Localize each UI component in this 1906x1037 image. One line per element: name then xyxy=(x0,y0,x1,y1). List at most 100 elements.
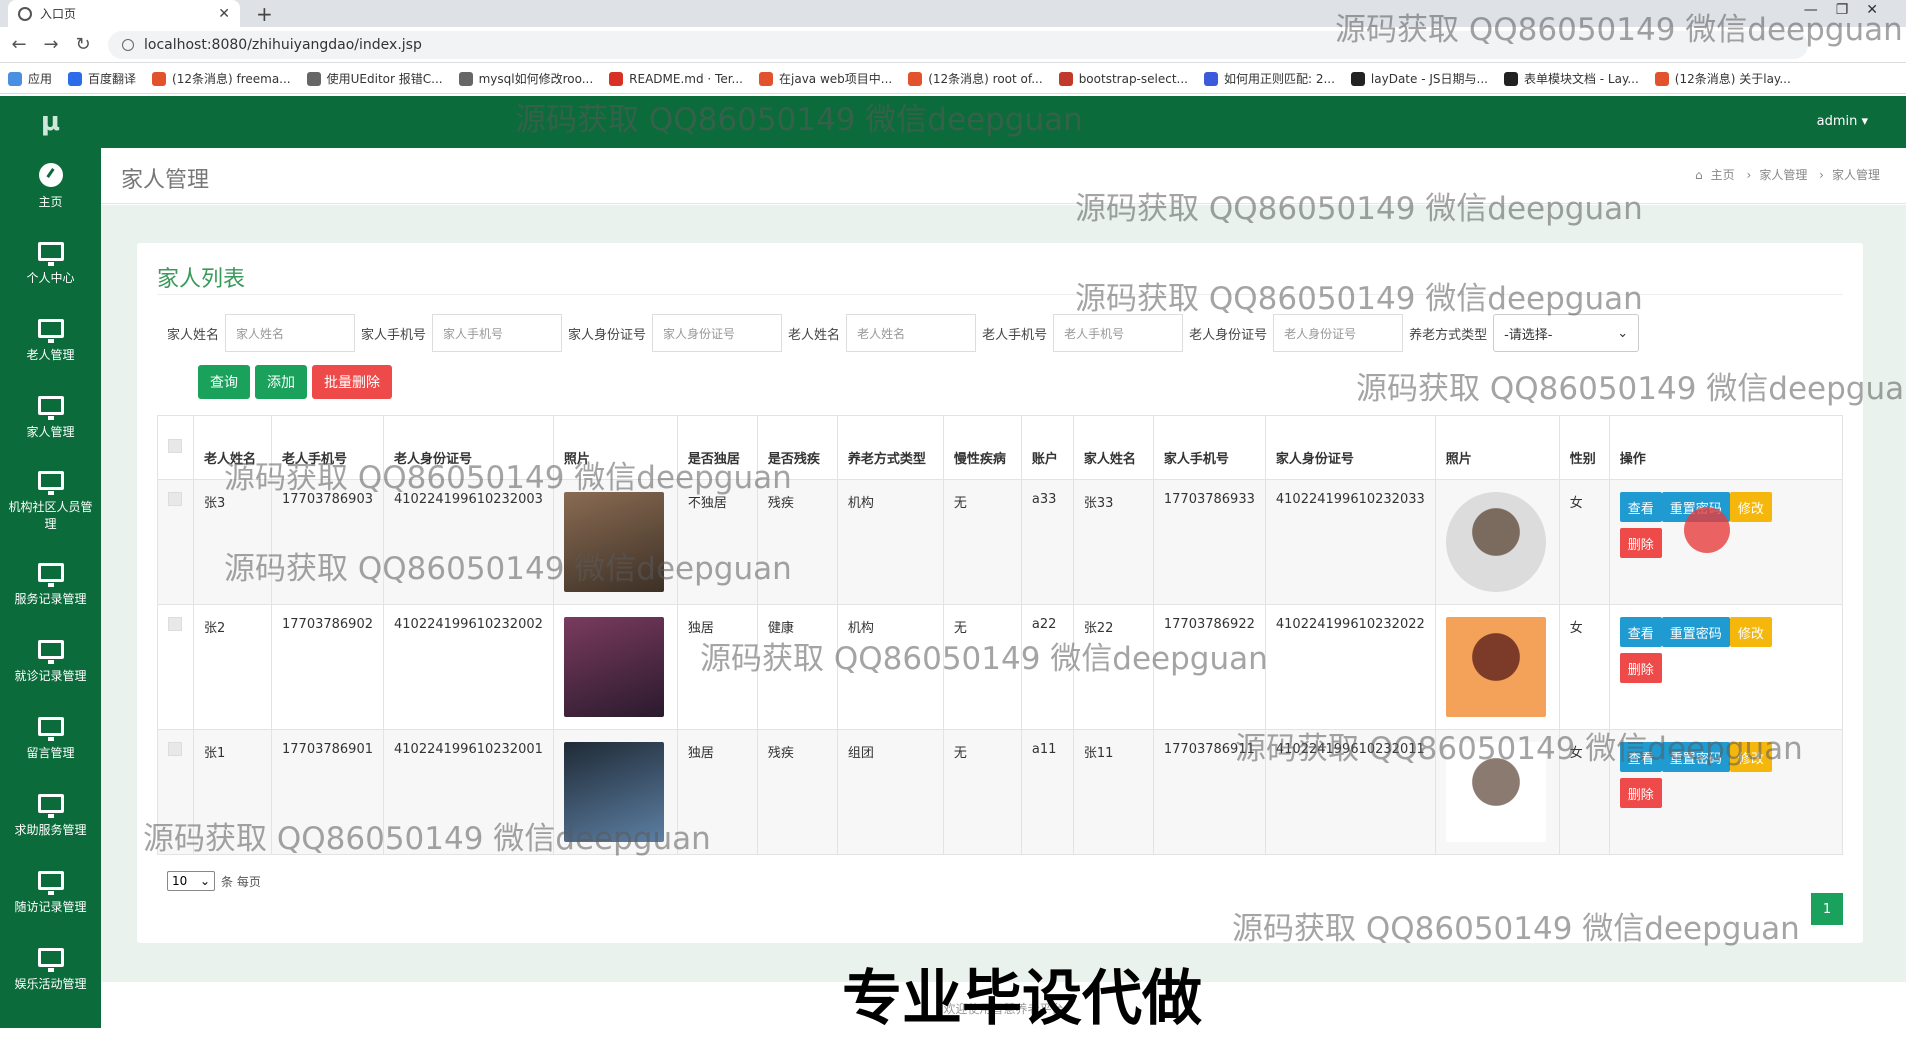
url-field[interactable]: localhost:8080/zhihuiyangdao/index.jsp xyxy=(108,31,1808,59)
chevron-down-icon: ⌄ xyxy=(199,874,210,888)
chronic-cell: 无 xyxy=(942,479,1022,605)
tab-title: 入口页 xyxy=(40,7,77,21)
column-header: 是否独居 xyxy=(676,415,758,480)
window-controls[interactable]: —❐✕ xyxy=(1804,2,1896,18)
edit-button[interactable]: 修改 xyxy=(1729,742,1772,772)
alone-cell: 独居 xyxy=(676,729,758,855)
sidebar-item-elders[interactable]: 老人管理 xyxy=(0,302,101,379)
family-name-cell: 张33 xyxy=(1072,479,1154,605)
add-button[interactable]: 添加 xyxy=(255,365,307,399)
breadcrumb-item[interactable]: 主页 xyxy=(1711,168,1735,182)
chronic-cell: 无 xyxy=(942,604,1022,730)
row-checkbox[interactable] xyxy=(168,617,182,631)
elder-id-input[interactable]: 老人身份证号 xyxy=(1273,314,1404,352)
bookmark-item[interactable]: 使用UEditor 报错C... xyxy=(306,70,443,87)
bookmark-label: 表单模块文档 - Lay... xyxy=(1523,72,1639,86)
user-menu[interactable]: admin ▾ xyxy=(1817,114,1868,129)
actions-cell: 查看 重置密码 修改 删除 xyxy=(1608,729,1844,855)
bookmark-item[interactable]: 百度翻译 xyxy=(68,70,136,87)
sidebar-item-label: 就诊记录管理 xyxy=(14,668,87,683)
sidebar-item-label: 求助服务管理 xyxy=(14,822,87,837)
family-id-input[interactable]: 家人身份证号 xyxy=(652,314,783,352)
batch-delete-button[interactable]: 批量删除 xyxy=(312,365,392,399)
column-header: 是否残疾 xyxy=(756,415,838,480)
bookmark-item[interactable]: 在java web项目中... xyxy=(759,70,892,87)
page-number-button[interactable]: 1 xyxy=(1811,893,1843,925)
query-button[interactable]: 查询 xyxy=(198,365,250,399)
gender-cell: 女 xyxy=(1558,479,1610,605)
column-header: 账户 xyxy=(1020,415,1074,480)
sidebar-item-home[interactable]: 主页 xyxy=(0,148,101,225)
page-size-select[interactable]: 10 ⌄ xyxy=(167,871,215,891)
bookmark-item[interactable]: README.md · Ter... xyxy=(609,71,743,86)
sidebar-item-family[interactable]: 家人管理 xyxy=(0,379,101,456)
filter-label: 老人姓名 xyxy=(788,327,841,343)
family-name-input[interactable]: 家人姓名 xyxy=(225,314,356,352)
family-photo-cell xyxy=(1434,604,1560,730)
back-icon[interactable]: ← xyxy=(6,34,32,55)
sidebar-item-activities[interactable]: 娱乐活动管理 xyxy=(0,931,101,1008)
bookmark-item[interactable]: (12条消息) 关于lay... xyxy=(1654,70,1791,87)
browser-tab[interactable]: 入口页 ✕ xyxy=(8,0,240,27)
bookmark-label: mysql如何修改roo... xyxy=(478,72,594,86)
view-button[interactable]: 查看 xyxy=(1619,742,1662,772)
select-all-checkbox[interactable] xyxy=(168,438,182,453)
sidebar-item-label: 老人管理 xyxy=(26,347,75,362)
new-tab-icon[interactable]: + xyxy=(256,2,273,26)
breadcrumb-item[interactable]: 家人管理 xyxy=(1759,168,1807,182)
bookmark-item[interactable]: (12条消息) freema... xyxy=(152,70,291,87)
delete-button[interactable]: 删除 xyxy=(1619,528,1662,558)
sidebar-item-followup[interactable]: 随访记录管理 xyxy=(0,854,101,931)
sidebar-item-label: 随访记录管理 xyxy=(14,899,87,914)
sidebar-item-label: 娱乐活动管理 xyxy=(14,976,87,991)
reload-icon[interactable]: ↻ xyxy=(70,34,96,55)
row-select-cell xyxy=(157,604,194,730)
breadcrumb: ⌂ 主页 › 家人管理 › 家人管理 xyxy=(1695,168,1880,182)
delete-button[interactable]: 删除 xyxy=(1619,653,1662,683)
close-icon[interactable]: ✕ xyxy=(218,6,230,22)
sidebar-item-visit-records[interactable]: 就诊记录管理 xyxy=(0,623,101,700)
bookmark-item[interactable]: 表单模块文档 - Lay... xyxy=(1503,70,1639,87)
table-row: 张3 17703786903 410224199610232003 不独居 残疾 机构无 a… xyxy=(157,479,1844,605)
care-type-select[interactable]: -请选择- ⌄ xyxy=(1493,314,1640,352)
elder-phone-input[interactable]: 老人手机号 xyxy=(1053,314,1184,352)
monitor-icon xyxy=(37,870,64,895)
bookmark-item[interactable]: bootstrap-select... xyxy=(1058,71,1188,86)
reset-password-button[interactable]: 重置密码 xyxy=(1661,617,1730,647)
view-button[interactable]: 查看 xyxy=(1619,617,1662,647)
sidebar-item-staff[interactable]: 机构社区人员管理 xyxy=(0,456,101,546)
view-button[interactable]: 查看 xyxy=(1619,492,1662,522)
bookmark-item[interactable]: mysql如何修改roo... xyxy=(458,70,594,87)
watermark-bottom: 专业毕设代做 xyxy=(842,964,1202,1034)
forward-icon[interactable]: → xyxy=(38,34,64,55)
bookmark-item[interactable]: layDate - JS日期与... xyxy=(1350,70,1488,87)
column-header: 照片 xyxy=(552,415,678,480)
account-cell: a11 xyxy=(1020,729,1074,855)
elder-name-input[interactable]: 老人姓名 xyxy=(846,314,977,352)
row-checkbox[interactable] xyxy=(168,492,182,506)
family-phone-cell: 17703786933 xyxy=(1152,479,1266,605)
sidebar-item-service-records[interactable]: 服务记录管理 xyxy=(0,546,101,623)
edit-button[interactable]: 修改 xyxy=(1729,492,1772,522)
sidebar-item-messages[interactable]: 留言管理 xyxy=(0,700,101,777)
monitor-icon xyxy=(37,395,64,420)
table-header-row: 老人姓名 老人手机号 老人身份证号 照片 是否独居 是否残疾 养老方式类型 慢性… xyxy=(157,415,1844,480)
reset-password-button[interactable]: 重置密码 xyxy=(1661,742,1730,772)
family-phone-input[interactable]: 家人手机号 xyxy=(432,314,563,352)
filter-label: 养老方式类型 xyxy=(1409,327,1488,343)
sidebar-item-profile[interactable]: 个人中心 xyxy=(0,225,101,302)
chevron-down-icon: ⌄ xyxy=(1617,325,1629,341)
bookmark-label: 百度翻译 xyxy=(88,72,137,86)
row-checkbox[interactable] xyxy=(168,742,182,756)
family-phone-cell: 17703786911 xyxy=(1152,729,1266,855)
family-id-cell: 410224199610232022 xyxy=(1264,604,1436,730)
bookmark-item[interactable]: (12条消息) root of... xyxy=(908,70,1043,87)
sidebar-item-help[interactable]: 求助服务管理 xyxy=(0,777,101,854)
sidebar: μ 主页 个人中心 老人管理 家人管理 机构社区人员管理 服务记录管理 就诊记录… xyxy=(0,96,101,1028)
bookmark-item[interactable]: 应用 xyxy=(8,70,52,87)
family-photo xyxy=(1445,617,1546,717)
edit-button[interactable]: 修改 xyxy=(1729,617,1772,647)
elder-photo xyxy=(563,492,664,592)
bookmark-item[interactable]: 如何用正则匹配: 2... xyxy=(1203,70,1335,87)
delete-button[interactable]: 删除 xyxy=(1619,778,1662,808)
